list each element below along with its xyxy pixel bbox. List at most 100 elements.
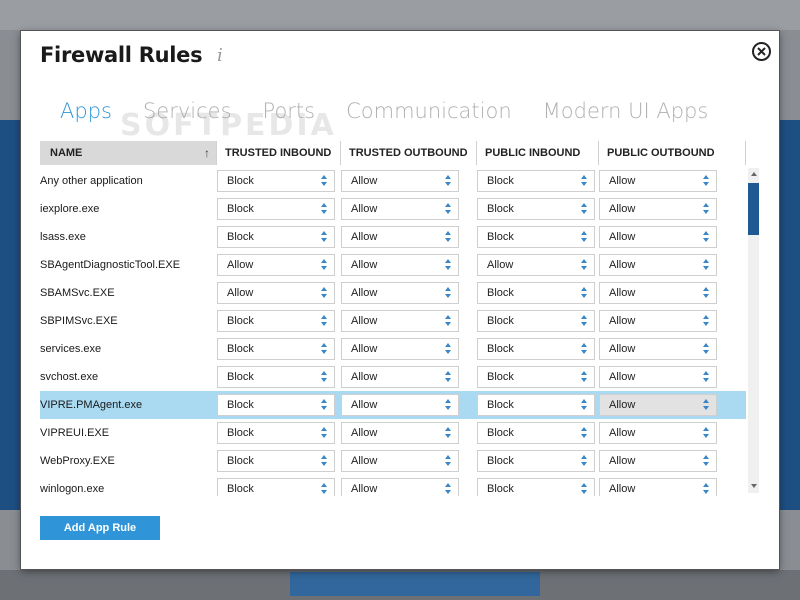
cell-trusted-outbound: Allow bbox=[341, 170, 477, 192]
public-outbound-select[interactable]: Allow bbox=[599, 478, 717, 496]
table-row[interactable]: svchost.exe Block Allow Block Allow bbox=[40, 363, 746, 391]
table-row[interactable]: VIPRE.PMAgent.exe Block Allow Block Allow bbox=[40, 391, 746, 419]
public-inbound-select[interactable]: Block bbox=[477, 394, 595, 416]
trusted-outbound-select[interactable]: Allow bbox=[341, 198, 459, 220]
public-outbound-select[interactable]: Allow bbox=[599, 254, 717, 276]
select-value: Allow bbox=[609, 399, 636, 411]
trusted-inbound-select[interactable]: Allow bbox=[217, 254, 335, 276]
trusted-inbound-select[interactable]: Block bbox=[217, 310, 335, 332]
up-down-arrows-icon bbox=[321, 426, 327, 440]
scroll-up-arrow[interactable] bbox=[748, 168, 759, 180]
public-inbound-select[interactable]: Block bbox=[477, 310, 595, 332]
trusted-outbound-select[interactable]: Allow bbox=[341, 282, 459, 304]
public-inbound-select[interactable]: Block bbox=[477, 170, 595, 192]
cell-trusted-inbound: Block bbox=[217, 422, 341, 444]
cell-public-inbound: Block bbox=[477, 282, 599, 304]
table-row[interactable]: SBAMSvc.EXE Allow Allow Block Allow bbox=[40, 279, 746, 307]
tab-services[interactable]: Services bbox=[143, 99, 232, 129]
up-down-arrows-icon bbox=[703, 258, 709, 272]
trusted-outbound-select[interactable]: Allow bbox=[341, 366, 459, 388]
tab-modern-ui-apps[interactable]: Modern UI Apps bbox=[543, 99, 709, 129]
add-app-rule-button[interactable]: Add App Rule bbox=[40, 516, 160, 540]
column-header-trusted-inbound[interactable]: TRUSTED INBOUND bbox=[217, 141, 341, 165]
close-button[interactable] bbox=[752, 42, 771, 61]
public-inbound-select[interactable]: Block bbox=[477, 226, 595, 248]
column-header-name[interactable]: NAME ↑ bbox=[40, 141, 217, 165]
public-outbound-select[interactable]: Allow bbox=[599, 450, 717, 472]
trusted-outbound-select[interactable]: Allow bbox=[341, 310, 459, 332]
trusted-inbound-select[interactable]: Block bbox=[217, 366, 335, 388]
table-row[interactable]: iexplore.exe Block Allow Block Allow bbox=[40, 195, 746, 223]
column-header-public-inbound[interactable]: PUBLIC INBOUND bbox=[477, 141, 599, 165]
scroll-thumb[interactable] bbox=[748, 183, 759, 235]
cell-trusted-outbound: Allow bbox=[341, 422, 477, 444]
table-row[interactable]: winlogon.exe Block Allow Block Allow bbox=[40, 475, 746, 496]
public-outbound-select[interactable]: Allow bbox=[599, 198, 717, 220]
info-icon[interactable]: i bbox=[217, 45, 223, 66]
public-outbound-select[interactable]: Allow bbox=[599, 170, 717, 192]
table-row[interactable]: SBAgentDiagnosticTool.EXE Allow Allow Allow… bbox=[40, 251, 746, 279]
tab-apps[interactable]: Apps bbox=[60, 99, 112, 129]
trusted-inbound-select[interactable]: Block bbox=[217, 422, 335, 444]
trusted-outbound-select[interactable]: Allow bbox=[341, 478, 459, 496]
trusted-outbound-select[interactable]: Allow bbox=[341, 394, 459, 416]
public-outbound-select[interactable]: Allow bbox=[599, 394, 717, 416]
table-row[interactable]: VIPREUI.EXE Block Allow Block Allow bbox=[40, 419, 746, 447]
cell-trusted-inbound: Block bbox=[217, 394, 341, 416]
trusted-outbound-select[interactable]: Allow bbox=[341, 450, 459, 472]
column-header-public-outbound[interactable]: PUBLIC OUTBOUND bbox=[599, 141, 746, 165]
public-inbound-select[interactable]: Block bbox=[477, 450, 595, 472]
table-row[interactable]: lsass.exe Block Allow Block Allow bbox=[40, 223, 746, 251]
up-down-arrows-icon bbox=[581, 370, 587, 384]
column-header-trusted-outbound[interactable]: TRUSTED OUTBOUND bbox=[341, 141, 477, 165]
trusted-outbound-select[interactable]: Allow bbox=[341, 422, 459, 444]
table-row[interactable]: WebProxy.EXE Block Allow Block Allow bbox=[40, 447, 746, 475]
trusted-inbound-select[interactable]: Block bbox=[217, 478, 335, 496]
cell-trusted-inbound: Block bbox=[217, 450, 341, 472]
select-value: Block bbox=[487, 315, 514, 327]
cell-trusted-outbound: Allow bbox=[341, 338, 477, 360]
trusted-inbound-select[interactable]: Allow bbox=[217, 282, 335, 304]
up-down-arrows-icon bbox=[445, 482, 451, 496]
public-inbound-select[interactable]: Allow bbox=[477, 254, 595, 276]
public-inbound-select[interactable]: Block bbox=[477, 478, 595, 496]
public-inbound-select[interactable]: Block bbox=[477, 422, 595, 444]
select-value: Block bbox=[227, 371, 254, 383]
scroll-down-arrow[interactable] bbox=[748, 480, 759, 492]
public-outbound-select[interactable]: Allow bbox=[599, 338, 717, 360]
trusted-inbound-select[interactable]: Block bbox=[217, 338, 335, 360]
trusted-outbound-select[interactable]: Allow bbox=[341, 170, 459, 192]
table-row[interactable]: services.exe Block Allow Block Allow bbox=[40, 335, 746, 363]
trusted-outbound-select[interactable]: Allow bbox=[341, 338, 459, 360]
cell-public-outbound: Allow bbox=[599, 254, 746, 276]
public-outbound-select[interactable]: Allow bbox=[599, 310, 717, 332]
trusted-inbound-select[interactable]: Block bbox=[217, 394, 335, 416]
public-inbound-select[interactable]: Block bbox=[477, 198, 595, 220]
trusted-inbound-select[interactable]: Block bbox=[217, 226, 335, 248]
cell-public-outbound: Allow bbox=[599, 366, 746, 388]
select-value: Block bbox=[227, 427, 254, 439]
trusted-inbound-select[interactable]: Block bbox=[217, 450, 335, 472]
public-inbound-select[interactable]: Block bbox=[477, 366, 595, 388]
cell-trusted-outbound: Allow bbox=[341, 226, 477, 248]
trusted-inbound-select[interactable]: Block bbox=[217, 198, 335, 220]
trusted-outbound-select[interactable]: Allow bbox=[341, 226, 459, 248]
tab-communication[interactable]: Communication bbox=[346, 99, 512, 129]
up-down-arrows-icon bbox=[445, 286, 451, 300]
tab-ports[interactable]: Ports bbox=[263, 99, 316, 129]
trusted-inbound-select[interactable]: Block bbox=[217, 170, 335, 192]
public-outbound-select[interactable]: Allow bbox=[599, 226, 717, 248]
public-outbound-select[interactable]: Allow bbox=[599, 366, 717, 388]
public-outbound-select[interactable]: Allow bbox=[599, 282, 717, 304]
public-inbound-select[interactable]: Block bbox=[477, 338, 595, 360]
table-scrollbar[interactable] bbox=[748, 168, 759, 493]
cell-public-inbound: Block bbox=[477, 366, 599, 388]
public-inbound-select[interactable]: Block bbox=[477, 282, 595, 304]
table-row[interactable]: Any other application Block Allow Block Allo… bbox=[40, 167, 746, 195]
public-outbound-select[interactable]: Allow bbox=[599, 422, 717, 444]
up-down-arrows-icon bbox=[703, 174, 709, 188]
select-value: Block bbox=[487, 287, 514, 299]
cell-trusted-inbound: Block bbox=[217, 226, 341, 248]
trusted-outbound-select[interactable]: Allow bbox=[341, 254, 459, 276]
table-row[interactable]: SBPIMSvc.EXE Block Allow Block Allow bbox=[40, 307, 746, 335]
